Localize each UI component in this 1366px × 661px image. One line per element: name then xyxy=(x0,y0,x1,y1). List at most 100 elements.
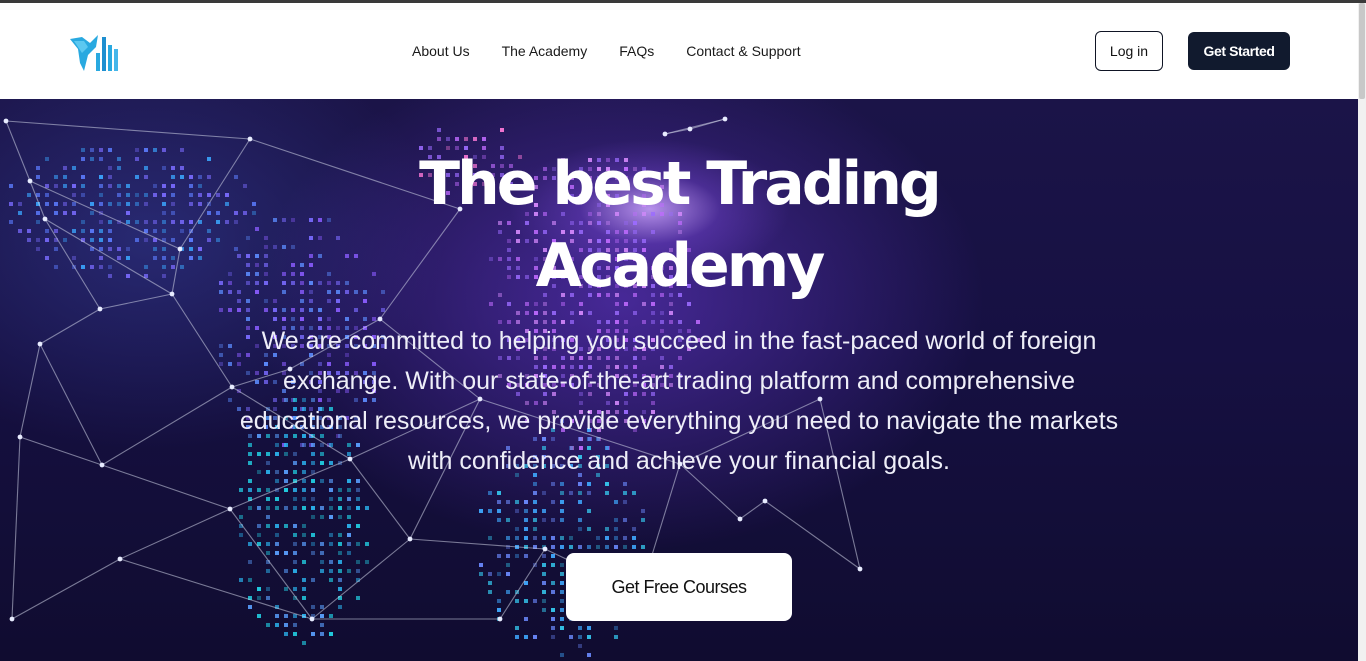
map-dot xyxy=(162,274,166,278)
map-dot xyxy=(329,614,333,618)
map-dot xyxy=(506,500,510,504)
map-dot xyxy=(560,500,564,504)
map-dot xyxy=(320,614,324,618)
map-dot xyxy=(302,506,306,510)
map-dot xyxy=(651,311,655,315)
map-dot xyxy=(135,193,139,197)
map-dot xyxy=(54,175,58,179)
map-dot xyxy=(347,551,351,555)
map-dot xyxy=(551,626,555,630)
map-dot xyxy=(117,166,121,170)
network-line xyxy=(39,308,101,345)
map-dot xyxy=(614,635,618,639)
scrollbar-thumb[interactable] xyxy=(1359,3,1365,99)
nav-about-us[interactable]: About Us xyxy=(412,43,470,59)
map-dot xyxy=(228,308,232,312)
map-dot xyxy=(126,256,130,260)
map-dot xyxy=(338,497,342,501)
map-dot xyxy=(72,202,76,206)
hero-description: We are committed to helping you succeed … xyxy=(239,327,1119,475)
map-dot xyxy=(524,518,528,522)
map-dot xyxy=(293,533,297,537)
map-dot xyxy=(257,596,261,600)
map-dot xyxy=(171,193,175,197)
nav-faqs[interactable]: FAQs xyxy=(619,43,654,59)
map-dot xyxy=(45,202,49,206)
map-dot xyxy=(248,605,252,609)
login-button[interactable]: Log in xyxy=(1095,31,1163,71)
map-dot xyxy=(252,202,256,206)
map-dot xyxy=(162,166,166,170)
map-dot xyxy=(162,229,166,233)
network-node xyxy=(309,616,315,622)
network-line xyxy=(311,538,411,620)
map-dot xyxy=(552,311,556,315)
map-dot xyxy=(144,265,148,269)
map-dot xyxy=(551,590,555,594)
map-dot xyxy=(27,238,31,242)
get-free-courses-button[interactable]: Get Free Courses xyxy=(566,553,792,621)
map-dot xyxy=(9,184,13,188)
map-dot xyxy=(99,157,103,161)
map-dot xyxy=(320,632,324,636)
map-dot xyxy=(515,635,519,639)
map-dot xyxy=(171,184,175,188)
map-dot xyxy=(311,515,315,519)
network-node xyxy=(17,434,23,440)
map-dot xyxy=(228,272,232,276)
map-dot xyxy=(248,488,252,492)
map-dot xyxy=(291,245,295,249)
map-dot xyxy=(180,220,184,224)
page-scrollbar[interactable] xyxy=(1358,3,1366,661)
map-dot xyxy=(347,533,351,537)
map-dot xyxy=(551,536,555,540)
map-dot xyxy=(27,229,31,233)
nav-the-academy[interactable]: The Academy xyxy=(502,43,588,59)
hero-title-line-1: The best Trading xyxy=(419,149,942,219)
map-dot xyxy=(302,596,306,600)
map-dot xyxy=(524,635,528,639)
network-node xyxy=(857,566,863,572)
hero-title-line-2: Academy xyxy=(535,231,826,301)
map-dot xyxy=(632,491,636,495)
map-dot xyxy=(482,137,486,141)
map-dot xyxy=(237,254,241,258)
map-dot xyxy=(515,509,519,513)
map-dot xyxy=(189,256,193,260)
map-dot xyxy=(356,542,360,546)
get-started-button[interactable]: Get Started xyxy=(1188,32,1290,70)
map-dot xyxy=(225,193,229,197)
network-node xyxy=(9,616,15,622)
network-node xyxy=(407,536,413,542)
map-dot xyxy=(302,497,306,501)
nav-contact-support[interactable]: Contact & Support xyxy=(686,43,800,59)
site-logo-icon[interactable] xyxy=(68,33,120,73)
map-dot xyxy=(90,238,94,242)
map-dot xyxy=(72,229,76,233)
map-dot xyxy=(225,220,229,224)
map-dot xyxy=(338,587,342,591)
map-dot xyxy=(560,608,564,612)
map-dot xyxy=(623,536,627,540)
map-dot xyxy=(569,491,573,495)
map-dot xyxy=(560,572,564,576)
map-dot xyxy=(246,272,250,276)
map-dot xyxy=(542,536,546,540)
map-dot xyxy=(257,524,261,528)
map-dot xyxy=(207,211,211,215)
map-dot xyxy=(320,569,324,573)
map-dot xyxy=(347,506,351,510)
network-node xyxy=(247,136,253,142)
network-node xyxy=(737,516,743,522)
network-node xyxy=(37,341,43,347)
map-dot xyxy=(302,587,306,591)
map-dot xyxy=(311,632,315,636)
map-dot xyxy=(347,569,351,573)
map-dot xyxy=(300,272,304,276)
map-dot xyxy=(542,590,546,594)
map-dot xyxy=(198,247,202,251)
map-dot xyxy=(320,623,324,627)
map-dot xyxy=(63,175,67,179)
map-dot xyxy=(162,184,166,188)
map-dot xyxy=(309,263,313,267)
